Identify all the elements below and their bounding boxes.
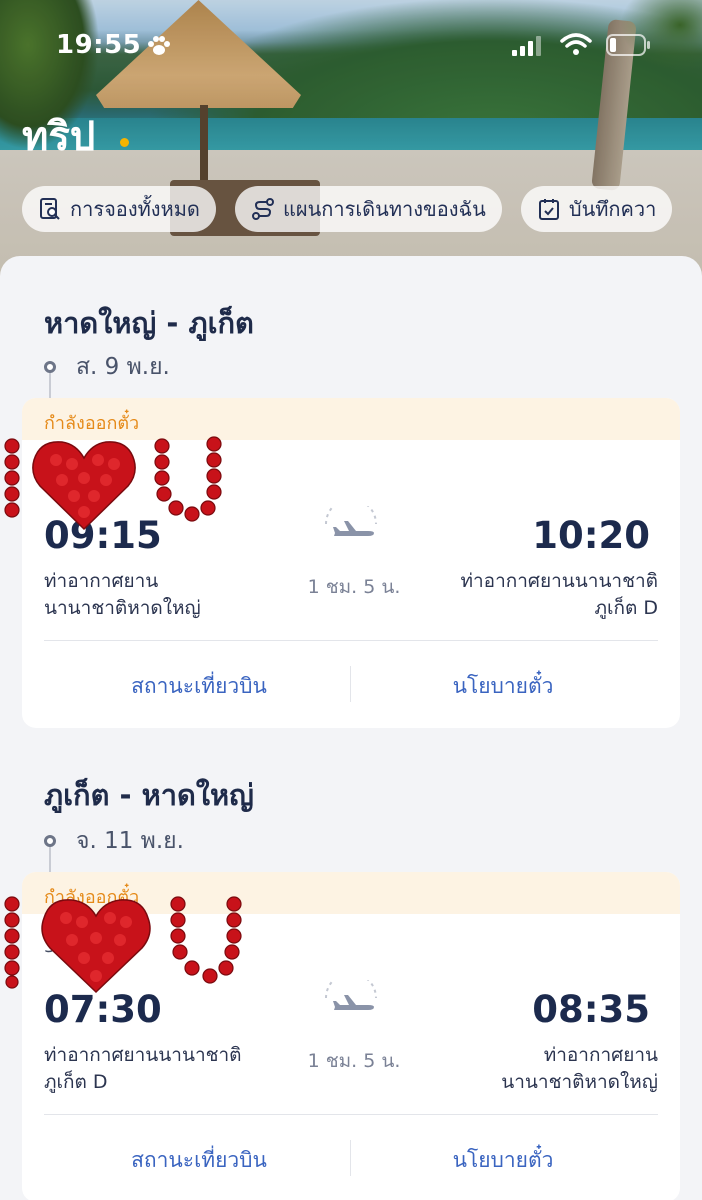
departure-airport: ท่าอากาศยาน นานาชาติหาดใหญ่	[44, 570, 201, 619]
tab-my-itinerary-label: แผนการเดินทางของฉัน	[282, 197, 486, 221]
page-title: ทริป	[22, 114, 96, 160]
timeline-dot-icon	[44, 361, 56, 373]
flight-duration: 1 ชม. 5 น.	[307, 576, 401, 598]
trip-date-row: ส. 9 พ.ย.	[44, 352, 170, 382]
trip-date: จ. 11 พ.ย.	[76, 828, 184, 854]
card-divider	[44, 1114, 658, 1115]
i-love-u-rose-sticker	[0, 434, 230, 534]
search-document-icon	[40, 198, 60, 220]
header-tabs: การจองทั้งหมด แผนการเดินทางของฉัน บันทึก…	[22, 186, 702, 232]
status-time: 19:55	[56, 30, 142, 60]
tab-my-itinerary[interactable]: แผนการเดินทางของฉัน	[234, 186, 502, 232]
heart-icon	[4, 436, 222, 531]
tab-all-bookings-label: การจองทั้งหมด	[70, 197, 200, 221]
tab-saved[interactable]: บันทึกควา	[520, 186, 673, 232]
tab-saved-label: บันทึกควา	[568, 197, 657, 221]
route-icon	[251, 198, 274, 220]
flight-status-link[interactable]: สถานะเที่ยวบิน	[84, 1144, 314, 1177]
card-link-separator	[350, 666, 351, 702]
timeline-dot-icon	[44, 835, 56, 847]
arrival-airport: ท่าอากาศยาน นานาชาติหาดใหญ่	[501, 1044, 658, 1093]
card-link-separator	[350, 1140, 351, 1176]
ticket-policy-link[interactable]: นโยบายตั๋ว	[388, 670, 618, 703]
trip-date: ส. 9 พ.ย.	[76, 354, 170, 380]
airplane-icon	[325, 980, 377, 1010]
arrival-time: 08:35	[532, 988, 650, 1031]
wifi-icon	[560, 33, 592, 55]
i-love-u-rose-sticker	[0, 892, 250, 998]
card-divider	[44, 640, 658, 641]
status-bar: 19:55	[0, 30, 702, 66]
calendar-check-icon	[538, 199, 559, 220]
airplane-icon	[325, 506, 377, 536]
heart-icon	[4, 896, 242, 994]
tab-all-bookings[interactable]: การจองทั้งหมด	[22, 186, 216, 232]
title-accent-dot	[120, 138, 129, 147]
ticket-status-text: กำลังออกตั๋ว	[44, 413, 140, 434]
flight-status-link[interactable]: สถานะเที่ยวบิน	[84, 670, 314, 703]
trip-route-title: ภูเก็ต - หาดใหญ่	[44, 778, 254, 812]
arrival-time: 10:20	[532, 514, 650, 557]
arrival-airport: ท่าอากาศยานนานาชาติ ภูเก็ต D	[460, 570, 658, 619]
ticket-policy-link[interactable]: นโยบายตั๋ว	[388, 1144, 618, 1177]
cellular-signal-icon	[512, 36, 541, 56]
trip-route-title: หาดใหญ่ - ภูเก็ต	[44, 306, 254, 340]
trip-date-row: จ. 11 พ.ย.	[44, 826, 184, 856]
paw-icon	[148, 36, 170, 55]
departure-airport: ท่าอากาศยานนานาชาติ ภูเก็ต D	[44, 1044, 242, 1093]
flight-duration: 1 ชม. 5 น.	[307, 1050, 401, 1072]
battery-icon	[606, 34, 650, 56]
